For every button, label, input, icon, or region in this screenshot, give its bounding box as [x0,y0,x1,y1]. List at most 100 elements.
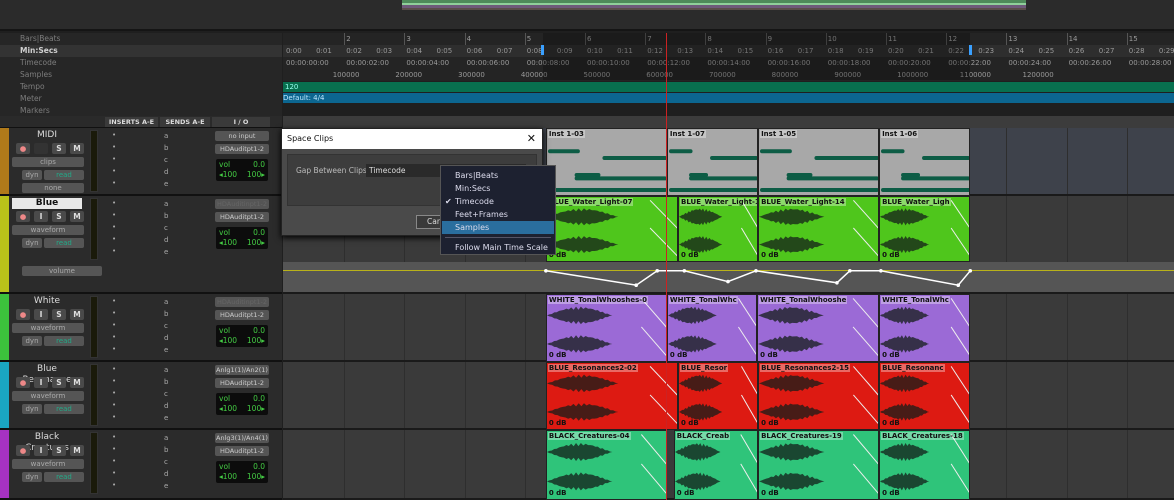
input-monitor-button[interactable]: I [34,309,48,320]
track-name[interactable]: White [12,296,82,307]
send-slot[interactable]: b [164,310,168,318]
track-name[interactable]: Blue [12,198,82,209]
record-button[interactable]: ● [16,377,30,388]
send-slot[interactable]: a [164,132,168,140]
clip[interactable]: BLUE_Water_Light-16 0 dB [678,196,759,262]
clip-gain[interactable]: 0 dB [760,351,778,359]
input-selector[interactable]: Anlg1(1)/An2(1) [215,365,269,375]
dyn-button[interactable]: dyn [22,170,42,180]
track-view-selector[interactable]: waveform [12,391,84,401]
volume-automation-lane[interactable] [283,262,1174,292]
output-selector[interactable]: HDAuditpt1-2 [215,310,269,320]
send-slot[interactable]: d [164,334,168,342]
volume-pan-display[interactable]: vol 0.0 ◂100 100▸ [216,227,268,249]
insert-slot[interactable]: • [112,199,116,207]
mute-button[interactable]: M [70,211,84,222]
input-monitor-button[interactable]: I [34,445,48,456]
input-selector[interactable]: Anlg3(1)/An4(1) [215,433,269,443]
record-button[interactable]: ● [16,309,30,320]
clip-gain[interactable]: 0 dB [677,489,695,497]
clip[interactable]: Inst 1-07 [666,128,759,196]
insert-slot[interactable]: • [112,389,116,397]
send-slot[interactable]: e [164,482,168,490]
volume-pan-display[interactable]: vol 0.0 ◂100 100▸ [216,393,268,415]
insert-slot[interactable]: • [112,167,116,175]
send-slot[interactable]: a [164,434,168,442]
insert-slot[interactable]: • [112,309,116,317]
automation-mode-selector[interactable]: read [44,170,84,180]
menu-item-bars-beats[interactable]: Bars|Beats [442,169,554,182]
insert-slot[interactable]: • [112,377,116,385]
clip[interactable]: WHITE_TonalWhooshe 0 dB [757,294,880,362]
clip[interactable]: BLACK_Creatures-04 0 dB [545,430,667,500]
insert-slot[interactable]: • [112,247,116,255]
insert-slot[interactable]: • [112,321,116,329]
volume-pan-display[interactable]: vol 0.0 ◂100 100▸ [216,461,268,483]
insert-slot[interactable]: • [112,235,116,243]
clip[interactable]: BLUE_Water_Light-14 0 dB [758,196,880,262]
clip-gain[interactable]: 0 dB [882,489,900,497]
clip[interactable]: BLUE_Resonanc 0 dB [879,362,971,430]
clip-gain[interactable]: 0 dB [761,489,779,497]
insert-slot[interactable]: • [112,143,116,151]
clip[interactable]: Inst 1-06 [879,128,971,196]
track-lane[interactable]: BLUE_Resonances2-02 0 dB BLUE_Resor 0 dB BLU… [283,362,1174,430]
track-header-blue-resonance[interactable]: Blue Resonance● ISMwaveform dynread • a • b • c •… [0,362,282,430]
track-view-selector[interactable]: waveform [12,459,84,469]
send-slot[interactable]: a [164,200,168,208]
clip[interactable]: WHITE_TonalWhc 0 dB [666,294,758,362]
input-monitor-button[interactable] [34,143,48,154]
universe-overview[interactable] [402,0,1026,10]
record-button[interactable]: ● [16,445,30,456]
send-slot[interactable]: c [164,156,168,164]
send-slot[interactable]: c [164,322,168,330]
clip-gain[interactable]: 0 dB [882,251,900,259]
tempo-ruler[interactable]: 120 [283,82,1174,92]
send-slot[interactable]: a [164,298,168,306]
send-slot[interactable]: c [164,458,168,466]
clip[interactable]: BLUE_Water_Light-07 0 dB [545,196,678,262]
menu-item-timecode[interactable]: ✔ Timecode [442,195,554,208]
dyn-button[interactable]: dyn [22,238,42,248]
clip[interactable]: BLUE_Water_Ligh 0 dB [879,196,971,262]
inserts-header[interactable]: INSERTS A-E [105,117,158,127]
send-slot[interactable]: c [164,224,168,232]
clip-gain[interactable]: 0 dB [882,419,900,427]
menu-item-feet-frames[interactable]: Feet+Frames [442,208,554,221]
clip[interactable]: Inst 1-03 [545,128,667,196]
send-slot[interactable]: e [164,248,168,256]
insert-slot[interactable]: • [112,413,116,421]
clip-gain[interactable]: 0 dB [549,489,567,497]
insert-slot[interactable]: • [112,333,116,341]
dyn-button[interactable]: dyn [22,472,42,482]
solo-button[interactable]: S [52,211,66,222]
mute-button[interactable]: M [70,143,84,154]
track-header-midi[interactable]: MIDI ● S Mclips dyn read none • a • b • c • d • e no inpu… [0,128,282,196]
clip[interactable]: BLACK_Creatures-18 0 dB [879,430,971,500]
track-view-selector[interactable]: waveform [12,225,84,235]
send-slot[interactable]: c [164,390,168,398]
output-selector[interactable]: HDAuditpt1-2 [215,378,269,388]
ruler-label-timecode[interactable]: Timecode [0,57,282,69]
clip-gain[interactable]: 0 dB [549,351,567,359]
automation-mode-selector[interactable]: read [44,238,84,248]
insert-slot[interactable]: • [112,179,116,187]
insert-slot[interactable]: • [112,365,116,373]
clip[interactable]: BLUE_Resor 0 dB [678,362,759,430]
record-button[interactable]: ● [16,143,30,154]
insert-slot[interactable]: • [112,433,116,441]
output-selector[interactable]: HDAuditpt1-2 [215,144,269,154]
automation-lane-selector[interactable]: volume [22,266,102,276]
input-monitor-button[interactable]: I [34,211,48,222]
ruler-label-samples[interactable]: Samples [0,69,282,81]
volume-pan-display[interactable]: vol 0.0 ◂100 100▸ [216,159,268,181]
send-slot[interactable]: b [164,446,168,454]
send-slot[interactable]: e [164,346,168,354]
input-selector[interactable]: HDAuditinpt1-2 [215,199,269,209]
send-slot[interactable]: d [164,470,168,478]
ruler-label-min-secs[interactable]: Min:Secs [0,45,282,57]
clip-gain[interactable]: 0 dB [549,419,567,427]
meter-ruler[interactable]: Default: 4/4 [283,93,1174,103]
midi-channel-selector[interactable]: none [22,183,84,193]
track-lane[interactable]: BLACK_Creatures-04 0 dB BLACK_Creab 0 dB BLA… [283,430,1174,500]
